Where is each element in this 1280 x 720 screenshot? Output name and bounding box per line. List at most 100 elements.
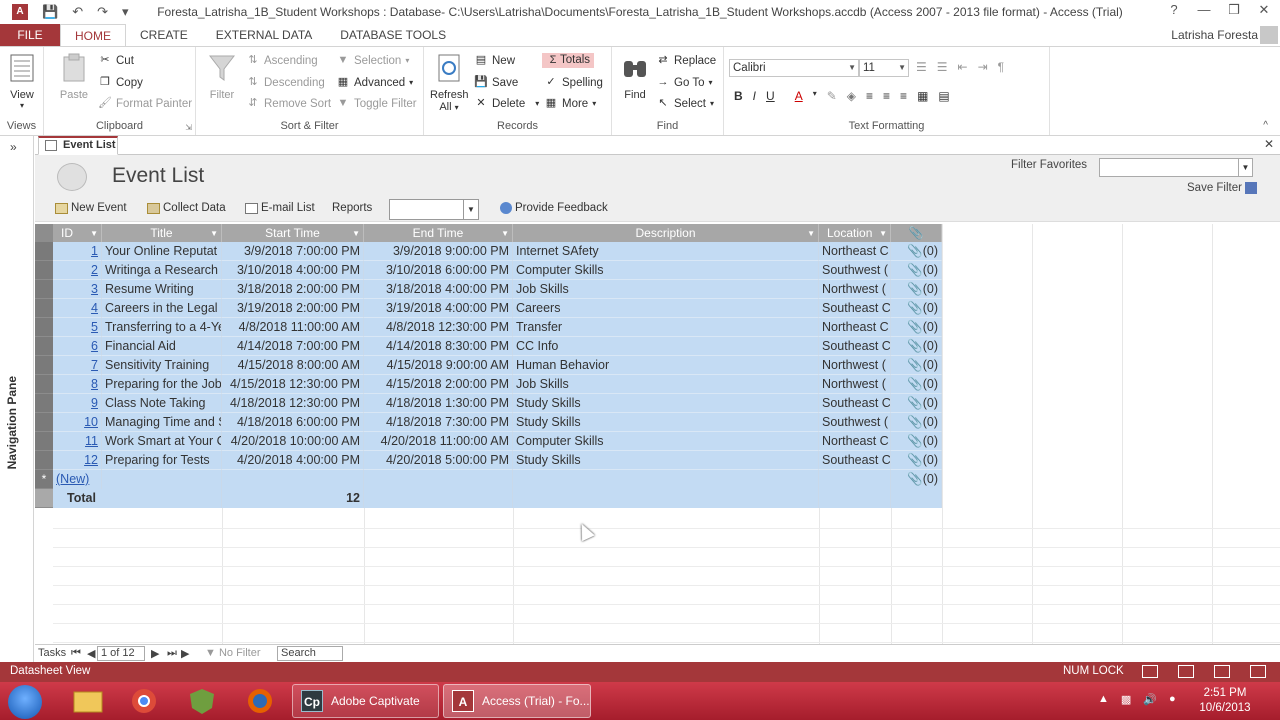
bold-button[interactable]: B (734, 89, 743, 103)
align-right-icon[interactable]: ≡ (900, 89, 907, 103)
table-row[interactable]: 6 Financial Aid 4/14/2018 7:00:00 PM 4/14/2… (35, 337, 942, 356)
volume-icon[interactable]: 🔊 (1143, 693, 1157, 706)
new-record-button[interactable]: ▤ New (474, 54, 515, 67)
tab-database-tools[interactable]: DATABASE TOOLS (326, 24, 460, 46)
datasheet[interactable]: ID ▼ Title ▼ Start Time ▼ End Time ▼ Description… (35, 224, 1280, 644)
avatar[interactable] (1260, 26, 1278, 44)
cell-description[interactable]: Careers (513, 299, 819, 318)
fill-color-icon[interactable]: ◈ (847, 89, 856, 103)
underline-button[interactable]: U (766, 89, 775, 103)
cell-title[interactable]: Class Note Taking (102, 394, 222, 413)
start-button[interactable] (8, 685, 42, 719)
cell-attachments[interactable]: 📎(0) (891, 337, 942, 356)
restore-button[interactable]: ❒ (1226, 2, 1242, 18)
search-input[interactable]: Search (277, 646, 343, 661)
highlight-icon[interactable]: ✎ (827, 89, 837, 103)
cell-location[interactable]: Northeast C (819, 318, 891, 337)
cell-id[interactable]: 6 (53, 337, 102, 356)
cell-start-time[interactable]: 4/15/2018 12:30:00 PM (222, 375, 364, 394)
numbering-icon[interactable]: ☰ (937, 60, 948, 74)
filter-button[interactable]: Filter (204, 53, 240, 101)
record-selector[interactable] (35, 375, 53, 394)
gridlines-icon[interactable]: ▦ (917, 89, 928, 103)
collapse-ribbon-icon[interactable]: ^ (1263, 120, 1268, 131)
new-record-cell[interactable] (819, 470, 891, 489)
cell-end-time[interactable]: 4/18/2018 7:30:00 PM (364, 413, 513, 432)
tasks-label[interactable]: Tasks (38, 647, 66, 659)
totals-cell[interactable] (819, 489, 891, 508)
record-selector[interactable] (35, 318, 53, 337)
italic-button[interactable]: I (753, 89, 756, 103)
clipboard-launcher-icon[interactable]: ⇲ (185, 123, 192, 132)
outdent-icon[interactable]: ⇤ (958, 60, 968, 74)
record-selector[interactable] (35, 261, 53, 280)
table-row[interactable]: 3 Resume Writing 3/18/2018 2:00:00 PM 3/18/… (35, 280, 942, 299)
table-row[interactable]: 5 Transferring to a 4-Ye 4/8/2018 11:00:00… (35, 318, 942, 337)
view-button[interactable]: View ▾ (6, 53, 38, 110)
cell-title[interactable]: Resume Writing (102, 280, 222, 299)
close-document-icon[interactable]: ✕ (1264, 137, 1274, 151)
cell-attachments[interactable]: 📎(0) (891, 432, 942, 451)
ascending-button[interactable]: ⇅ Ascending (246, 54, 317, 67)
network-icon[interactable]: ▩ (1121, 693, 1131, 706)
cell-start-time[interactable]: 4/20/2018 10:00:00 AM (222, 432, 364, 451)
totals-cell[interactable] (364, 489, 513, 508)
cell-title[interactable]: Writinga a Research (102, 261, 222, 280)
font-color-icon[interactable]: A (795, 89, 803, 103)
cell-end-time[interactable]: 4/18/2018 1:30:00 PM (364, 394, 513, 413)
navigation-pane-label[interactable]: Navigation Pane (5, 376, 19, 469)
record-selector[interactable] (35, 242, 53, 261)
new-record-cell[interactable] (513, 470, 819, 489)
tab-external-data[interactable]: EXTERNAL DATA (202, 24, 326, 46)
selection-button[interactable]: ▼ Selection ▾ (336, 54, 410, 67)
undo-icon[interactable]: ↶ (72, 4, 83, 20)
delete-record-button[interactable]: ✕ Delete ▾ (474, 97, 539, 110)
column-header-title[interactable]: Title ▼ (102, 224, 222, 243)
record-selector[interactable] (35, 337, 53, 356)
cell-id[interactable]: 1 (53, 242, 102, 261)
align-left-icon[interactable]: ≡ (866, 89, 873, 103)
tab-create[interactable]: CREATE (126, 24, 202, 46)
cell-attachments[interactable]: 📎(0) (891, 242, 942, 261)
expand-chevron-icon[interactable]: » (10, 140, 17, 154)
cell-id[interactable]: 9 (53, 394, 102, 413)
next-record-icon[interactable]: ▶ (151, 647, 159, 660)
cell-description[interactable]: Human Behavior (513, 356, 819, 375)
cell-end-time[interactable]: 3/9/2018 9:00:00 PM (364, 242, 513, 261)
cell-end-time[interactable]: 4/15/2018 9:00:00 AM (364, 356, 513, 375)
cell-start-time[interactable]: 3/19/2018 2:00:00 PM (222, 299, 364, 318)
firefox-icon[interactable] (238, 686, 282, 716)
cell-description[interactable]: Job Skills (513, 375, 819, 394)
record-selector[interactable] (35, 280, 53, 299)
cell-location[interactable]: Southeast C (819, 394, 891, 413)
cell-description[interactable]: CC Info (513, 337, 819, 356)
column-filter-arrow-icon[interactable]: ▼ (501, 224, 509, 243)
tab-home[interactable]: HOME (60, 24, 126, 46)
file-explorer-icon[interactable] (66, 686, 110, 716)
cell-description[interactable]: Computer Skills (513, 432, 819, 451)
user-name[interactable]: Latrisha Foresta (1171, 28, 1258, 42)
cell-id[interactable]: 10 (53, 413, 102, 432)
column-filter-arrow-icon[interactable]: ▼ (879, 224, 887, 243)
cell-attachments[interactable]: 📎(0) (891, 261, 942, 280)
redo-icon[interactable]: ↷ (97, 4, 108, 20)
cell-description[interactable]: Transfer (513, 318, 819, 337)
find-button[interactable]: Find (618, 53, 652, 101)
filter-favorites-select[interactable]: ▼ (1099, 158, 1253, 177)
taskbar-access[interactable]: A Access (Trial) - Fo... (443, 684, 591, 718)
cell-id[interactable]: 11 (53, 432, 102, 451)
cell-start-time[interactable]: 3/18/2018 2:00:00 PM (222, 280, 364, 299)
no-filter-button[interactable]: ▼ No Filter (205, 647, 261, 659)
select-button[interactable]: ↖ Select ▾ (656, 97, 714, 110)
cell-start-time[interactable]: 4/20/2018 4:00:00 PM (222, 451, 364, 470)
record-selector[interactable] (35, 299, 53, 318)
cell-attachments[interactable]: 📎(0) (891, 356, 942, 375)
cell-location[interactable]: Northeast C (819, 432, 891, 451)
font-size-select[interactable]: 11 ▼ (859, 59, 909, 77)
align-center-icon[interactable]: ≡ (883, 89, 890, 103)
descending-button[interactable]: ⇅ Descending (246, 76, 324, 89)
cut-button[interactable]: ✂ Cut (98, 54, 134, 67)
table-row[interactable]: 11 Work Smart at Your C 4/20/2018 10:00:00… (35, 432, 942, 451)
cell-end-time[interactable]: 3/18/2018 4:00:00 PM (364, 280, 513, 299)
taskbar-clock[interactable]: 2:51 PM 10/6/2013 (1196, 686, 1254, 716)
